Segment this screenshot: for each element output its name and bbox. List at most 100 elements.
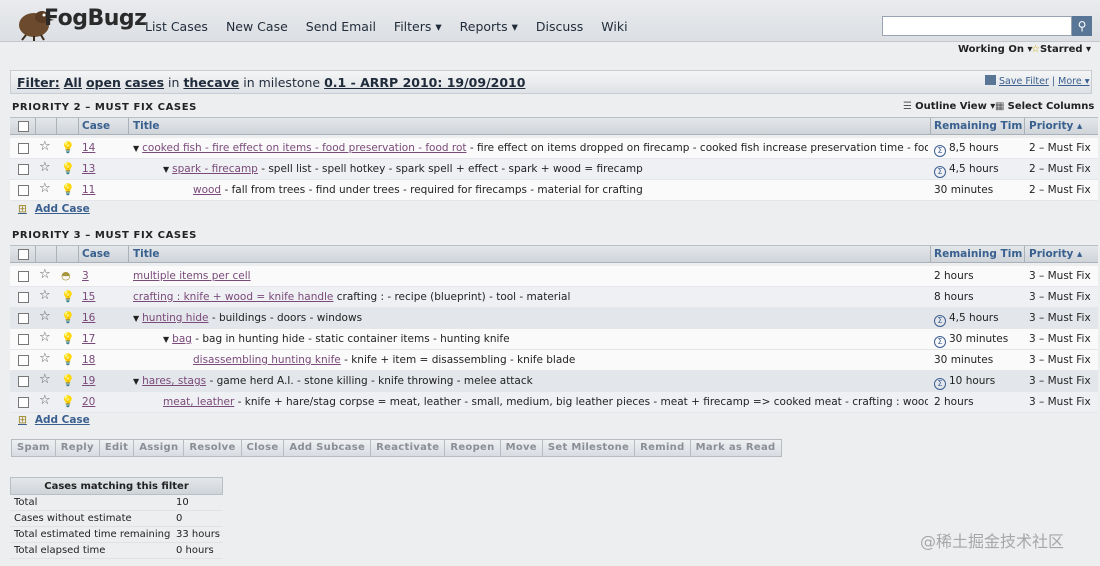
starred-menu[interactable]: ☆Starred ▾ (1031, 44, 1091, 55)
resolve-button[interactable]: Resolve (183, 439, 242, 457)
case-title-link[interactable]: hunting hide (142, 312, 208, 324)
case-row[interactable]: ☆ 💡 18 disassembling hunting knife - knife … (10, 350, 1098, 371)
row-checkbox[interactable] (18, 143, 29, 154)
case-number-link[interactable]: 14 (82, 142, 95, 154)
case-title-link[interactable]: multiple items per cell (133, 270, 251, 282)
reply-button[interactable]: Reply (54, 439, 100, 457)
column-header-priority[interactable]: Priority ▴ (1029, 120, 1082, 132)
more-link[interactable]: More ▾ (1058, 76, 1089, 87)
nav-list-cases[interactable]: List Cases (145, 19, 208, 34)
case-number-link[interactable]: 20 (82, 396, 95, 408)
star-icon[interactable]: ☆ (39, 351, 51, 366)
collapse-triangle-icon[interactable]: ▼ (133, 144, 139, 153)
nav-reports[interactable]: Reports ▾ (460, 19, 518, 34)
reactivate-button[interactable]: Reactivate (370, 439, 446, 457)
row-checkbox[interactable] (18, 397, 29, 408)
spam-button[interactable]: Spam (11, 439, 56, 457)
case-row[interactable]: ☆ 💡 14 ▼ cooked fish - fire effect on items … (10, 138, 1098, 159)
filter-all[interactable]: All (64, 75, 82, 90)
case-title-link[interactable]: bag (172, 333, 192, 345)
filter-cases[interactable]: cases (125, 75, 164, 90)
column-header-priority[interactable]: Priority ▴ (1029, 248, 1082, 260)
case-row[interactable]: ☆ 💡 11 wood - fall from trees - find under … (10, 180, 1098, 201)
column-header-title[interactable]: Title (133, 120, 160, 132)
case-row[interactable]: ☆ 💡 19 ▼ hares, stags - game herd A.I. - sto… (10, 371, 1098, 392)
add-case-link-priority-2[interactable]: ⊞ Add Case (18, 203, 90, 215)
row-checkbox[interactable] (18, 292, 29, 303)
filter-label[interactable]: Filter: (17, 75, 60, 90)
star-icon[interactable]: ☆ (39, 267, 51, 282)
case-row[interactable]: ☆ 💡 17 ▼ bag - bag in hunting hide - static … (10, 329, 1098, 350)
case-title-link[interactable]: cooked fish - fire effect on items - foo… (142, 142, 466, 154)
column-header-title[interactable]: Title (133, 248, 160, 260)
star-icon[interactable]: ☆ (39, 181, 51, 196)
move-button[interactable]: Move (499, 439, 543, 457)
row-checkbox[interactable] (18, 355, 29, 366)
row-checkbox[interactable] (18, 185, 29, 196)
filter-project[interactable]: thecave (183, 75, 239, 90)
row-checkbox[interactable] (18, 271, 29, 282)
edit-button[interactable]: Edit (98, 439, 135, 457)
search-input[interactable] (882, 16, 1072, 36)
select-all-checkbox[interactable] (18, 121, 29, 132)
case-title-link[interactable]: wood (193, 184, 221, 196)
save-filter-link[interactable]: Save Filter (999, 76, 1049, 87)
case-title-link[interactable]: crafting : knife + wood = knife handle (133, 291, 333, 303)
select-all-checkbox[interactable] (18, 249, 29, 260)
row-checkbox[interactable] (18, 164, 29, 175)
case-row[interactable]: ☆ 💡 16 ▼ hunting hide - buildings - doors - … (10, 308, 1098, 329)
case-number-link[interactable]: 13 (82, 163, 95, 175)
case-row[interactable]: ☆ 💡 13 ▼ spark - firecamp - spell list - spe… (10, 159, 1098, 180)
filter-milestone[interactable]: 0.1 - ARRP 2010: 19/09/2010 (324, 75, 525, 90)
collapse-triangle-icon[interactable]: ▼ (163, 335, 169, 344)
close-button[interactable]: Close (240, 439, 285, 457)
add-subcase-button[interactable]: Add Subcase (283, 439, 372, 457)
nav-send-email[interactable]: Send Email (306, 19, 376, 34)
nav-filters[interactable]: Filters ▾ (394, 19, 442, 34)
star-icon[interactable]: ☆ (39, 139, 51, 154)
case-row[interactable]: ☆ ◓ 3 multiple items per cell 2 hours 3 – Mus… (10, 266, 1098, 287)
row-checkbox[interactable] (18, 334, 29, 345)
case-number-link[interactable]: 17 (82, 333, 95, 345)
collapse-triangle-icon[interactable]: ▼ (163, 165, 169, 174)
remind-button[interactable]: Remind (634, 439, 691, 457)
nav-discuss[interactable]: Discuss (536, 19, 583, 34)
collapse-triangle-icon[interactable]: ▼ (133, 314, 139, 323)
star-icon[interactable]: ☆ (39, 288, 51, 303)
star-icon[interactable]: ☆ (39, 330, 51, 345)
star-icon[interactable]: ☆ (39, 309, 51, 324)
case-title-link[interactable]: disassembling hunting knife (193, 354, 341, 366)
filter-open[interactable]: open (86, 75, 121, 90)
star-icon[interactable]: ☆ (39, 372, 51, 387)
case-number-link[interactable]: 18 (82, 354, 95, 366)
mark-as-read-button[interactable]: Mark as Read (689, 439, 782, 457)
case-number-link[interactable]: 16 (82, 312, 95, 324)
column-header-remaining[interactable]: Remaining Time (934, 248, 1022, 260)
case-title-link[interactable]: hares, stags (142, 375, 206, 387)
reopen-button[interactable]: Reopen (444, 439, 501, 457)
nav-new-case[interactable]: New Case (226, 19, 288, 34)
case-row[interactable]: ☆ 💡 20 meat, leather - knife + hare/stag co… (10, 392, 1098, 413)
column-header-remaining[interactable]: Remaining Time (934, 120, 1022, 132)
case-number-link[interactable]: 11 (82, 184, 95, 196)
case-number-link[interactable]: 19 (82, 375, 95, 387)
nav-wiki[interactable]: Wiki (601, 19, 627, 34)
assign-button[interactable]: Assign (133, 439, 185, 457)
add-case-link-priority-3[interactable]: ⊞ Add Case (18, 414, 90, 426)
outline-view-menu[interactable]: ☰ Outline View ▾ (903, 101, 995, 112)
case-title-link[interactable]: spark - firecamp (172, 163, 258, 175)
column-header-case[interactable]: Case (82, 120, 110, 132)
star-icon[interactable]: ☆ (39, 160, 51, 175)
case-number-link[interactable]: 15 (82, 291, 95, 303)
set-milestone-button[interactable]: Set Milestone (541, 439, 636, 457)
collapse-triangle-icon[interactable]: ▼ (133, 377, 139, 386)
case-number-link[interactable]: 3 (82, 270, 89, 282)
select-columns-button[interactable]: ▦ Select Columns (995, 101, 1094, 112)
working-on-menu[interactable]: Working On ▾ (958, 44, 1032, 55)
row-checkbox[interactable] (18, 376, 29, 387)
column-header-case[interactable]: Case (82, 248, 110, 260)
case-title-link[interactable]: meat, leather (163, 396, 234, 408)
row-checkbox[interactable] (18, 313, 29, 324)
star-icon[interactable]: ☆ (39, 393, 51, 408)
case-row[interactable]: ☆ 💡 15 crafting : knife + wood = knife hand… (10, 287, 1098, 308)
